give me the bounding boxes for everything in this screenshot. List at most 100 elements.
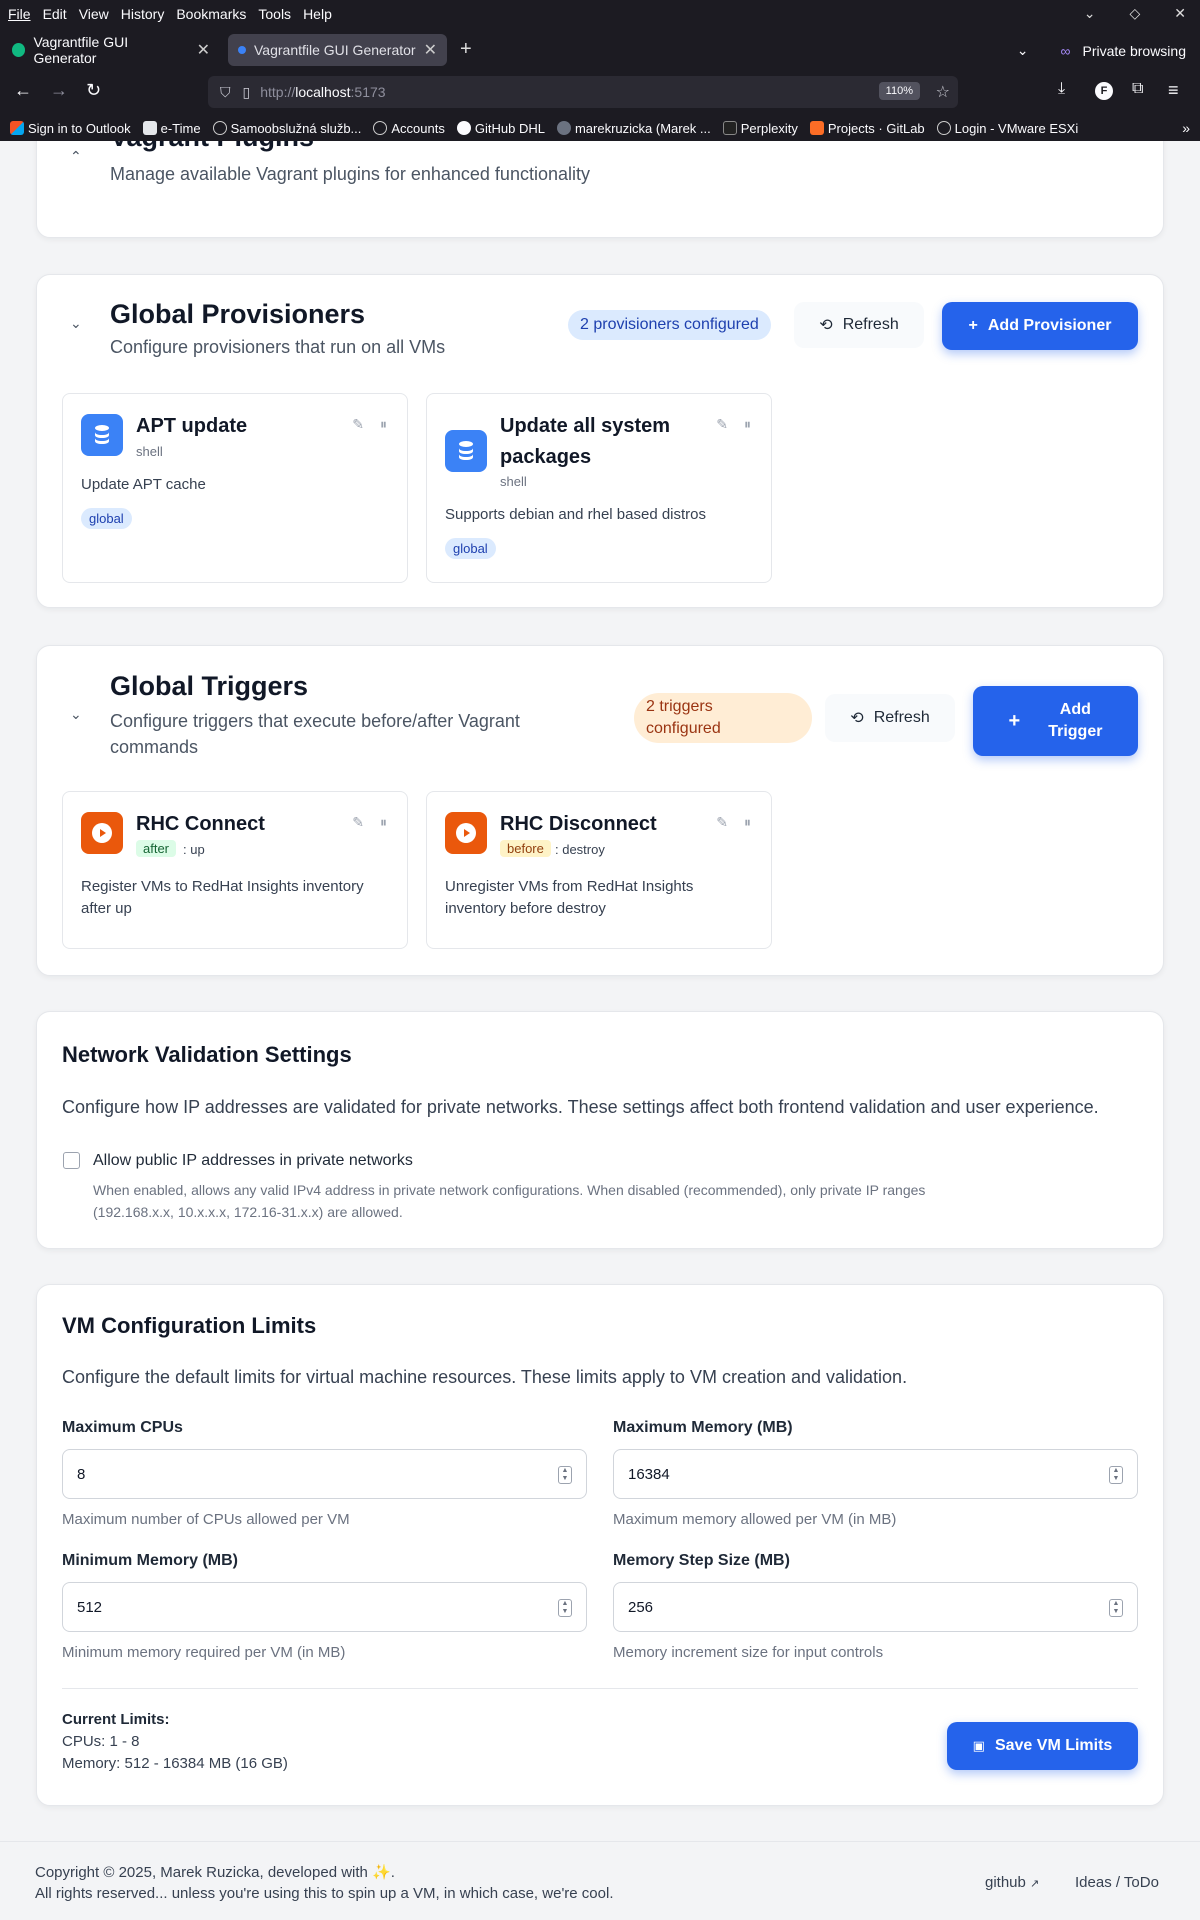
tab-title: Vagrantfile GUI Generator bbox=[254, 42, 416, 58]
footer-rights: All rights reserved... unless you're usi… bbox=[35, 1885, 614, 1902]
menu-history[interactable]: History bbox=[121, 6, 165, 22]
database-icon bbox=[445, 430, 487, 472]
close-tab-icon[interactable]: ✕ bbox=[197, 40, 210, 60]
pause-icon[interactable]: ⏸ bbox=[380, 416, 387, 433]
menu-help[interactable]: Help bbox=[303, 6, 332, 22]
pause-icon[interactable]: ⏸ bbox=[744, 416, 751, 433]
footer: Copyright © 2025, Marek Ruzicka, develop… bbox=[0, 1841, 1200, 1920]
pause-icon[interactable]: ⏸ bbox=[380, 814, 387, 831]
spinner-icon[interactable]: ▲ ▼ bbox=[558, 1466, 572, 1484]
trigger-timing-badge: after bbox=[136, 840, 177, 857]
bookmark-gitlab[interactable]: Projects · GitLab bbox=[809, 121, 925, 136]
menu-file[interactable]: File bbox=[8, 6, 31, 22]
scope-tag: global bbox=[445, 538, 496, 559]
refresh-provisioners-button[interactable]: ⟲ Refresh bbox=[794, 302, 924, 348]
menu-bookmarks[interactable]: Bookmarks bbox=[176, 6, 246, 22]
bookmark-github-dhl[interactable]: GitHub DHL bbox=[456, 121, 545, 136]
provisioners-subtitle: Configure provisioners that run on all V… bbox=[110, 337, 446, 357]
list-tabs-icon[interactable]: ⌄ bbox=[1017, 42, 1029, 59]
shield-icon[interactable]: ⛉ bbox=[220, 84, 231, 101]
extensions-icon[interactable]: ⧉ bbox=[1132, 80, 1143, 98]
trigger-card[interactable]: RHC Connect after : up ✎ ⏸ Register VMs … bbox=[62, 791, 408, 949]
ideas-link[interactable]: Ideas / ToDo bbox=[1075, 1874, 1159, 1891]
new-tab-icon[interactable]: + bbox=[460, 38, 472, 61]
refresh-icon: ⟲ bbox=[819, 317, 833, 334]
collapse-chevron-icon[interactable]: ⌄ bbox=[70, 315, 82, 332]
url-bar[interactable]: ⛉ ▯ http://localhost:5173 110% ☆ bbox=[208, 76, 958, 108]
trigger-description-line1: Unregister VMs from RedHat Insights bbox=[445, 878, 694, 895]
min-memory-input[interactable]: 512 ▲ ▼ bbox=[62, 1582, 587, 1632]
menu-tools[interactable]: Tools bbox=[258, 6, 291, 22]
reload-icon[interactable]: ↻ bbox=[86, 80, 101, 101]
bookmark-vmware[interactable]: Login - VMware ESXi bbox=[936, 121, 1078, 136]
bookmarks-bar: Sign in to Outlook e-Time Samoobslužná s… bbox=[0, 116, 1200, 140]
spinner-icon[interactable]: ▲ ▼ bbox=[558, 1599, 572, 1617]
refresh-icon: ⟲ bbox=[850, 710, 864, 727]
account-icon[interactable]: F bbox=[1095, 82, 1113, 100]
max-cpus-input[interactable]: 8 ▲ ▼ bbox=[62, 1449, 587, 1499]
back-icon[interactable]: ← bbox=[14, 80, 32, 101]
github-icon bbox=[456, 121, 471, 135]
save-vm-limits-button[interactable]: ▣ Save VM Limits bbox=[947, 1722, 1138, 1770]
bookmark-samoobsluzna[interactable]: Samoobslužná služb... bbox=[212, 121, 361, 136]
downloads-icon[interactable]: ⤓ bbox=[1058, 80, 1065, 98]
bookmark-marekruzicka[interactable]: marekruzicka (Marek ... bbox=[556, 121, 711, 136]
min-memory-label: Minimum Memory (MB) bbox=[62, 1552, 238, 1569]
collapse-chevron-icon[interactable]: ⌄ bbox=[70, 706, 82, 723]
bookmark-etime[interactable]: e-Time bbox=[142, 121, 201, 136]
spinner-icon[interactable]: ▲ ▼ bbox=[1109, 1599, 1123, 1617]
pause-icon[interactable]: ⏸ bbox=[744, 814, 751, 831]
close-window-icon[interactable]: ✕ bbox=[1174, 5, 1186, 22]
page-info-icon[interactable]: ▯ bbox=[243, 84, 251, 101]
allow-public-ip-checkbox[interactable] bbox=[63, 1152, 80, 1169]
max-memory-input[interactable]: 16384 ▲ ▼ bbox=[613, 1449, 1138, 1499]
add-trigger-button[interactable]: + Add Trigger bbox=[973, 686, 1138, 756]
edit-icon[interactable]: ✎ bbox=[716, 416, 728, 433]
current-limits-title: Current Limits: bbox=[62, 1711, 170, 1728]
tab-1[interactable]: Vagrantfile GUI Generator ✕ bbox=[2, 34, 220, 66]
plugins-subtitle: Manage available Vagrant plugins for enh… bbox=[110, 164, 590, 184]
zoom-level[interactable]: 110% bbox=[878, 82, 920, 100]
bookmark-outlook[interactable]: Sign in to Outlook bbox=[10, 121, 131, 136]
close-tab-icon[interactable]: ✕ bbox=[424, 40, 437, 60]
add-provisioner-button[interactable]: + Add Provisioner bbox=[942, 302, 1138, 350]
plus-icon: + bbox=[1008, 709, 1021, 732]
triggers-subtitle-line1: Configure triggers that execute before/a… bbox=[110, 711, 520, 731]
maximize-icon[interactable]: ◇ bbox=[1129, 5, 1140, 22]
app-menu-icon[interactable]: ≡ bbox=[1168, 80, 1179, 101]
browser-chrome: File Edit View History Bookmarks Tools H… bbox=[0, 0, 1200, 141]
allow-public-ip-label[interactable]: Allow public IP addresses in private net… bbox=[93, 1152, 413, 1170]
provisioner-card[interactable]: Update all system packages shell ✎ ⏸ Sup… bbox=[426, 393, 772, 583]
private-mask-icon: ∞ bbox=[1060, 42, 1071, 59]
github-link[interactable]: github ↗ bbox=[985, 1874, 1039, 1891]
bookmark-accounts[interactable]: Accounts bbox=[373, 121, 445, 136]
max-cpus-hint: Maximum number of CPUs allowed per VM bbox=[62, 1511, 350, 1528]
page-content: ⌃ Vagrant Plugins Manage available Vagra… bbox=[0, 141, 1200, 1920]
network-validation-section: Network Validation Settings Configure ho… bbox=[36, 1011, 1164, 1249]
trigger-command: : destroy bbox=[555, 842, 605, 857]
minimize-icon[interactable]: ⌄ bbox=[1084, 5, 1096, 22]
spinner-icon[interactable]: ▲ ▼ bbox=[1109, 1466, 1123, 1484]
trigger-name: RHC Disconnect bbox=[500, 813, 657, 835]
bookmark-perplexity[interactable]: Perplexity bbox=[722, 121, 798, 136]
trigger-card[interactable]: RHC Disconnect before : destroy ✎ ⏸ Unre… bbox=[426, 791, 772, 949]
memory-step-input[interactable]: 256 ▲ ▼ bbox=[613, 1582, 1138, 1632]
private-label: Private browsing bbox=[1082, 42, 1187, 59]
edit-icon[interactable]: ✎ bbox=[352, 814, 364, 831]
max-memory-label: Maximum Memory (MB) bbox=[613, 1419, 793, 1436]
collapse-chevron-icon[interactable]: ⌃ bbox=[70, 148, 82, 165]
menu-edit[interactable]: Edit bbox=[43, 6, 67, 22]
more-bookmarks-icon[interactable]: » bbox=[1182, 120, 1190, 136]
checkbox-help-line1: When enabled, allows any valid IPv4 addr… bbox=[93, 1182, 926, 1198]
plugins-section: ⌃ Vagrant Plugins Manage available Vagra… bbox=[36, 141, 1164, 238]
provisioner-description: Update APT cache bbox=[81, 476, 206, 493]
menu-view[interactable]: View bbox=[79, 6, 109, 22]
tab-2[interactable]: Vagrantfile GUI Generator ✕ bbox=[228, 34, 447, 66]
forward-icon[interactable]: → bbox=[50, 80, 68, 101]
edit-icon[interactable]: ✎ bbox=[716, 814, 728, 831]
provisioner-card[interactable]: APT update shell ✎ ⏸ Update APT cache gl… bbox=[62, 393, 408, 583]
refresh-triggers-button[interactable]: ⟲ Refresh bbox=[825, 694, 955, 742]
edit-icon[interactable]: ✎ bbox=[352, 416, 364, 433]
bookmark-star-icon[interactable]: ☆ bbox=[936, 82, 950, 102]
provisioner-type: shell bbox=[500, 474, 527, 489]
